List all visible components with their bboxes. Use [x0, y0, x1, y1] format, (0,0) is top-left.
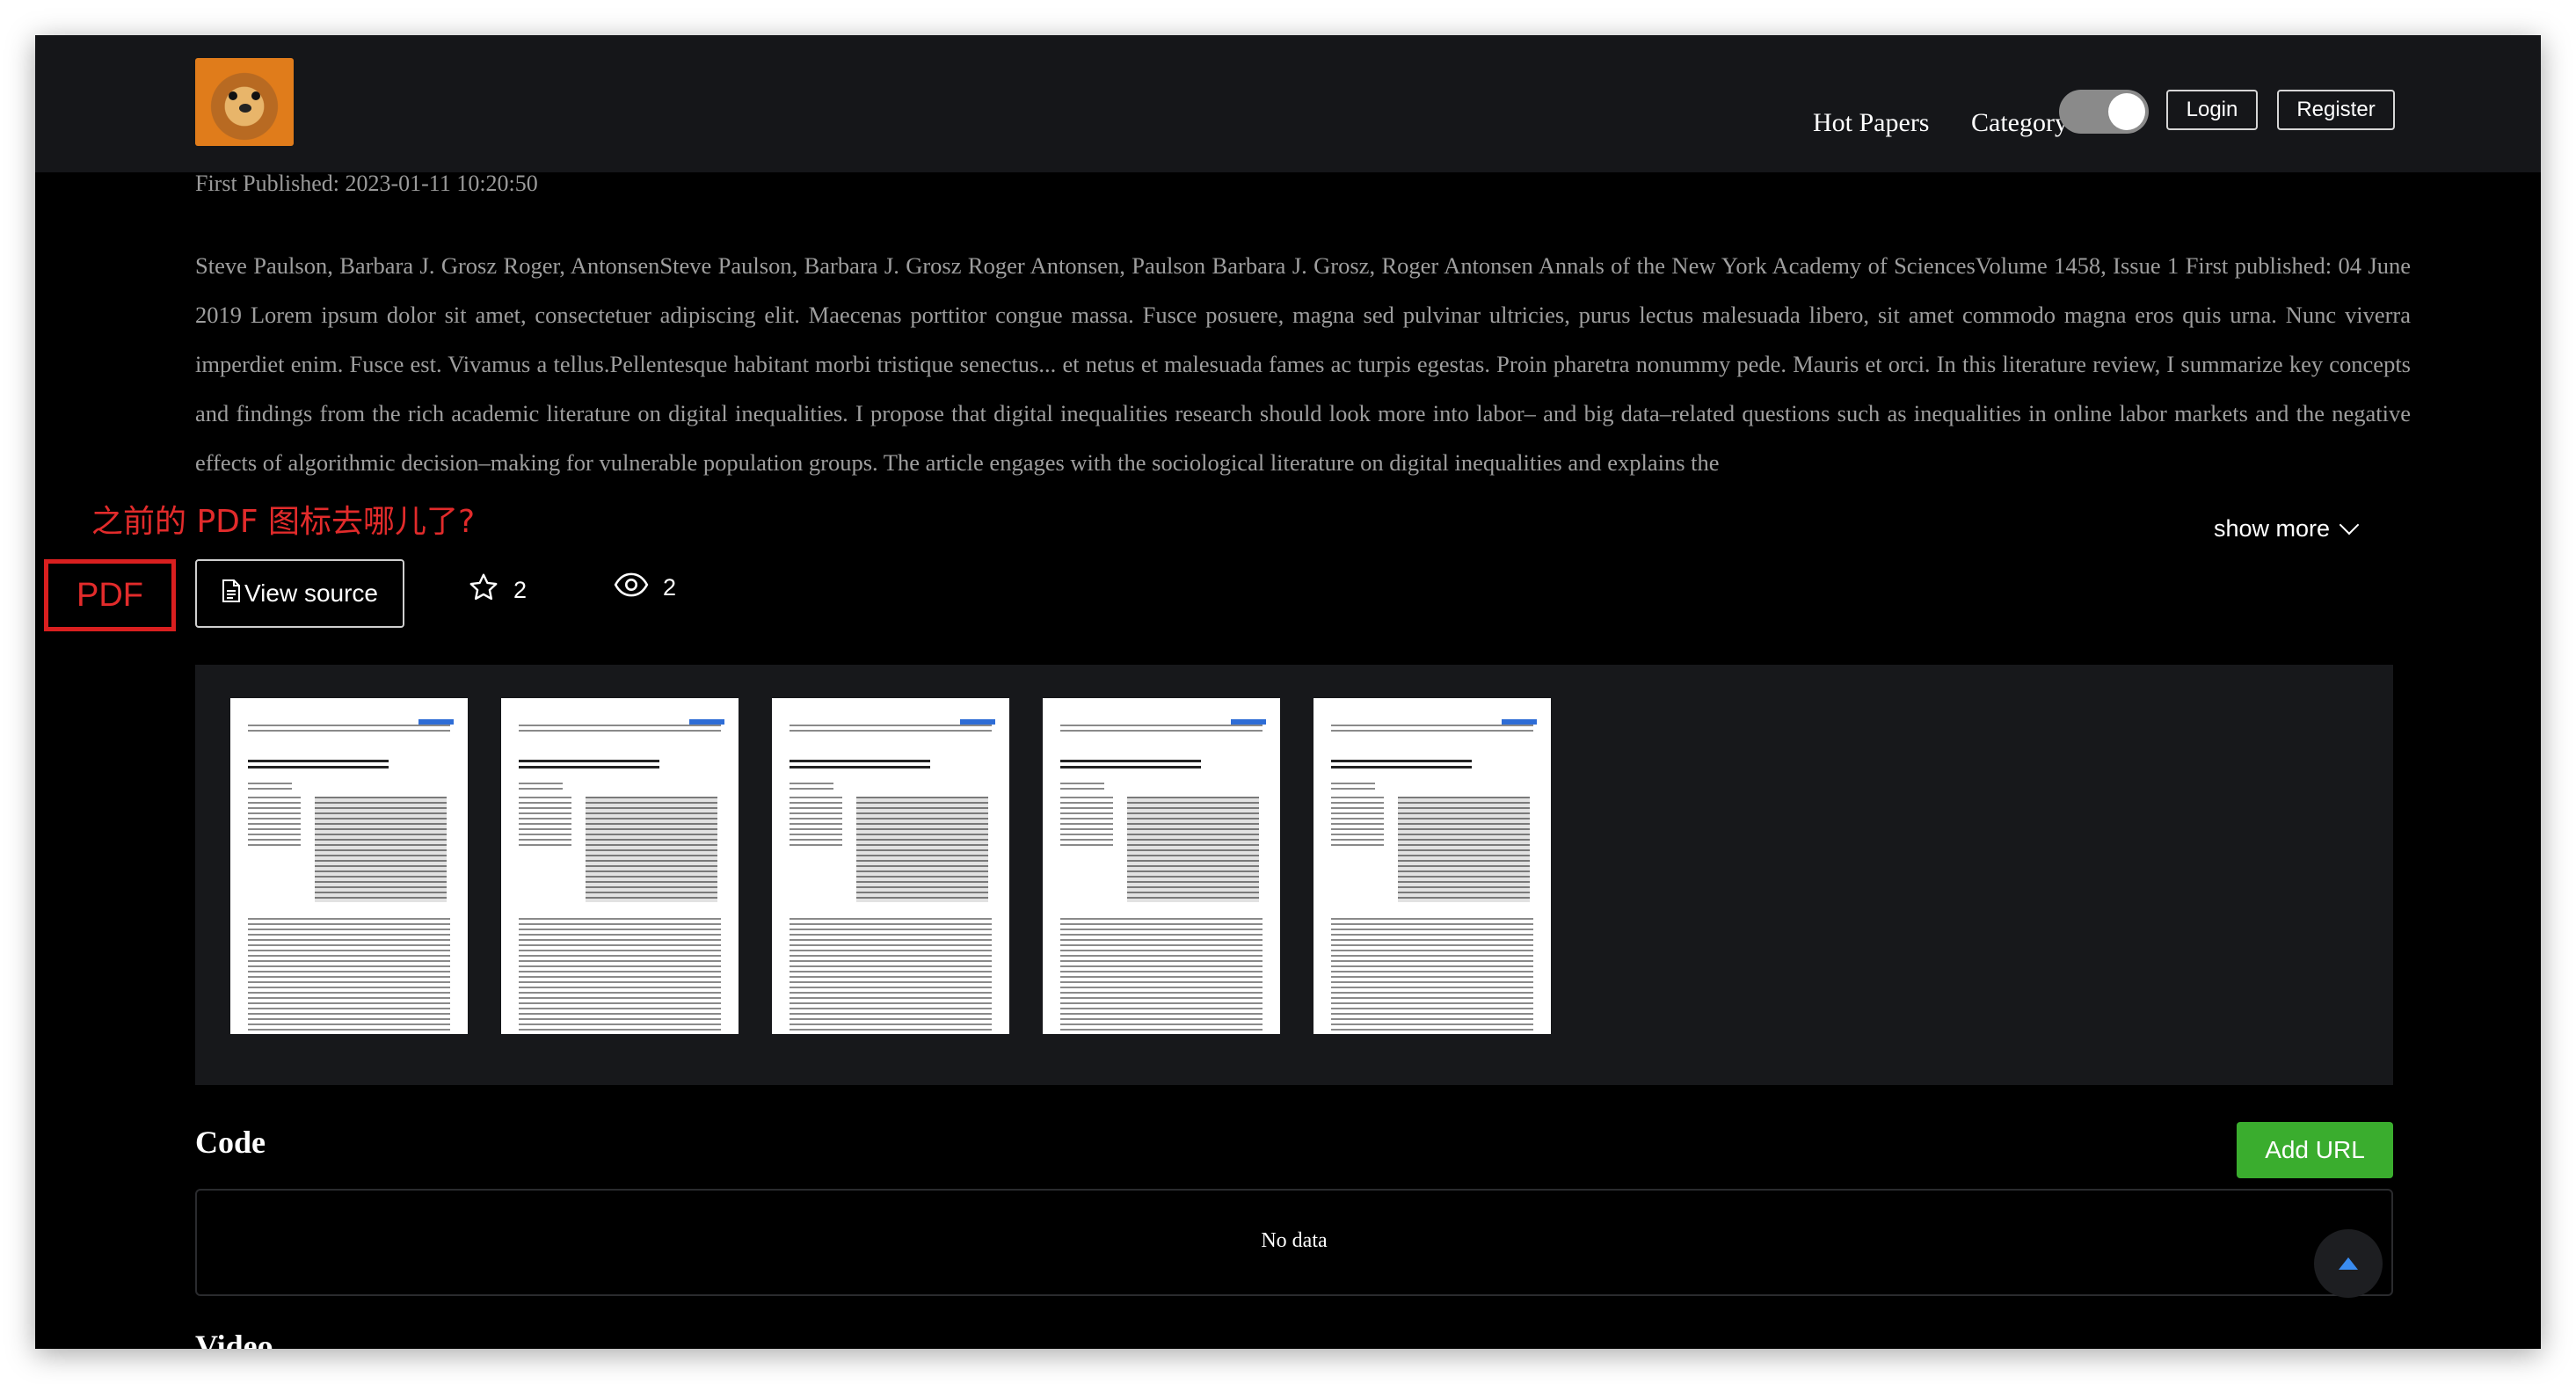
code-list: No data [195, 1189, 2393, 1296]
nav-category[interactable]: Category [1971, 108, 2068, 138]
login-button[interactable]: Login [2166, 90, 2258, 130]
view-source-label: View source [244, 579, 378, 607]
empty-state-text: No data [1261, 1229, 1328, 1252]
abstract-block [856, 797, 988, 902]
star-button[interactable]: 2 [468, 572, 527, 609]
nav-hot-papers[interactable]: Hot Papers [1813, 108, 1929, 138]
video-section-title: Video [195, 1329, 273, 1349]
pdf-page-thumbnail[interactable] [230, 698, 468, 1034]
document-icon [222, 579, 241, 608]
published-date: First Published: 2023-01-11 10:20:50 [195, 171, 538, 196]
theme-toggle[interactable] [2059, 90, 2149, 134]
top-navigation-bar: Hot Papers Category Login Register [35, 35, 2541, 172]
chevron-down-icon [2339, 514, 2360, 535]
page-title-block [1331, 760, 1472, 772]
logo-eye-left [229, 91, 237, 100]
logo-nose [239, 104, 251, 113]
arrow-up-icon [2339, 1257, 2358, 1270]
paper-abstract: Steve Paulson, Barbara J. Grosz Roger, A… [195, 252, 2411, 476]
views-indicator: 2 [614, 572, 676, 604]
site-logo[interactable] [195, 58, 294, 146]
add-url-button[interactable]: Add URL [2237, 1122, 2393, 1178]
page-title-block [1060, 760, 1201, 772]
pdf-annotation-box: PDF [44, 559, 176, 631]
app-window: Hot Papers Category Login Register First… [35, 35, 2541, 1349]
abstract-block [1398, 797, 1530, 902]
register-button[interactable]: Register [2277, 90, 2395, 130]
show-more-label: show more [2214, 515, 2331, 542]
view-source-button[interactable]: View source [195, 559, 404, 628]
annotation-note: 之前的 PDF 图标去哪儿了? [91, 504, 476, 540]
abstract-block [586, 797, 717, 902]
page-title-block [248, 760, 389, 772]
star-count: 2 [513, 577, 528, 603]
logo-eye-right [251, 91, 260, 100]
page-title-block [519, 760, 659, 772]
pdf-page-thumbnail[interactable] [1313, 698, 1551, 1034]
page-title-block [790, 760, 930, 772]
star-icon [468, 572, 499, 609]
toggle-knob [2108, 93, 2145, 130]
back-to-top-button[interactable] [2314, 1229, 2383, 1298]
code-section-title: Code [195, 1125, 266, 1160]
show-more-button[interactable]: show more [2214, 514, 2360, 543]
abstract-block [1127, 797, 1259, 902]
pdf-page-thumbnail[interactable] [501, 698, 739, 1034]
pdf-page-gallery [195, 665, 2393, 1085]
pdf-page-thumbnail[interactable] [772, 698, 1009, 1034]
pdf-page-thumbnail[interactable] [1043, 698, 1280, 1034]
abstract-block [315, 797, 447, 902]
view-count: 2 [663, 574, 677, 601]
eye-icon [614, 572, 649, 604]
